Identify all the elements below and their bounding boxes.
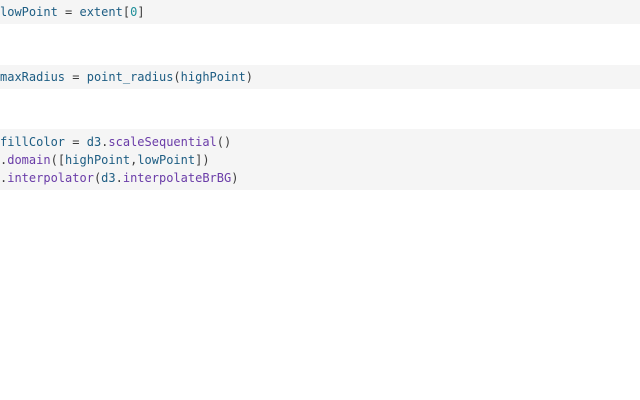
code-cell-fill-color[interactable]: fillColor = d3.scaleSequential() .domain… bbox=[0, 129, 640, 190]
code-token: point_radius bbox=[86, 70, 174, 84]
code-line: lowPoint = extent[0] bbox=[0, 3, 145, 21]
code-token: = bbox=[57, 5, 80, 19]
code-token: interpolator bbox=[7, 171, 94, 185]
code-token: ( bbox=[173, 70, 181, 84]
code-token: extent bbox=[79, 5, 123, 19]
code-token: domain bbox=[7, 153, 51, 167]
code-line: maxRadius = point_radius(highPoint) bbox=[0, 68, 253, 86]
code-token: ]) bbox=[195, 153, 210, 167]
code-token: () bbox=[216, 135, 232, 149]
code-token: ) bbox=[245, 70, 253, 84]
code-token: maxRadius bbox=[0, 70, 66, 84]
code-token: ) bbox=[231, 171, 239, 185]
code-line: .domain([highPoint,lowPoint]) bbox=[0, 151, 210, 169]
code-token: interpolateBrBG bbox=[122, 171, 232, 185]
code-token: = bbox=[65, 70, 87, 84]
code-token: scaleSequential bbox=[108, 135, 217, 149]
code-token: ([ bbox=[50, 153, 66, 167]
code-token: highPoint bbox=[65, 153, 131, 167]
code-token: = bbox=[65, 135, 87, 149]
code-line: .interpolator(d3.interpolateBrBG) bbox=[0, 169, 238, 187]
code-token: lowPoint bbox=[0, 5, 58, 19]
code-cell-max-radius[interactable]: maxRadius = point_radius(highPoint) bbox=[0, 65, 640, 89]
code-token: highPoint bbox=[180, 70, 246, 84]
code-token: ] bbox=[137, 5, 145, 19]
code-line: fillColor = d3.scaleSequential() bbox=[0, 133, 231, 151]
code-token: d3 bbox=[101, 171, 116, 185]
code-token: d3 bbox=[86, 135, 102, 149]
notebook-page: lowPoint = extent[0] maxRadius = point_r… bbox=[0, 0, 640, 400]
code-token: lowPoint bbox=[137, 153, 196, 167]
code-token: . bbox=[115, 171, 123, 185]
code-cell-low-point[interactable]: lowPoint = extent[0] bbox=[0, 0, 640, 24]
code-token: [ bbox=[122, 5, 131, 19]
code-token: fillColor bbox=[0, 135, 66, 149]
